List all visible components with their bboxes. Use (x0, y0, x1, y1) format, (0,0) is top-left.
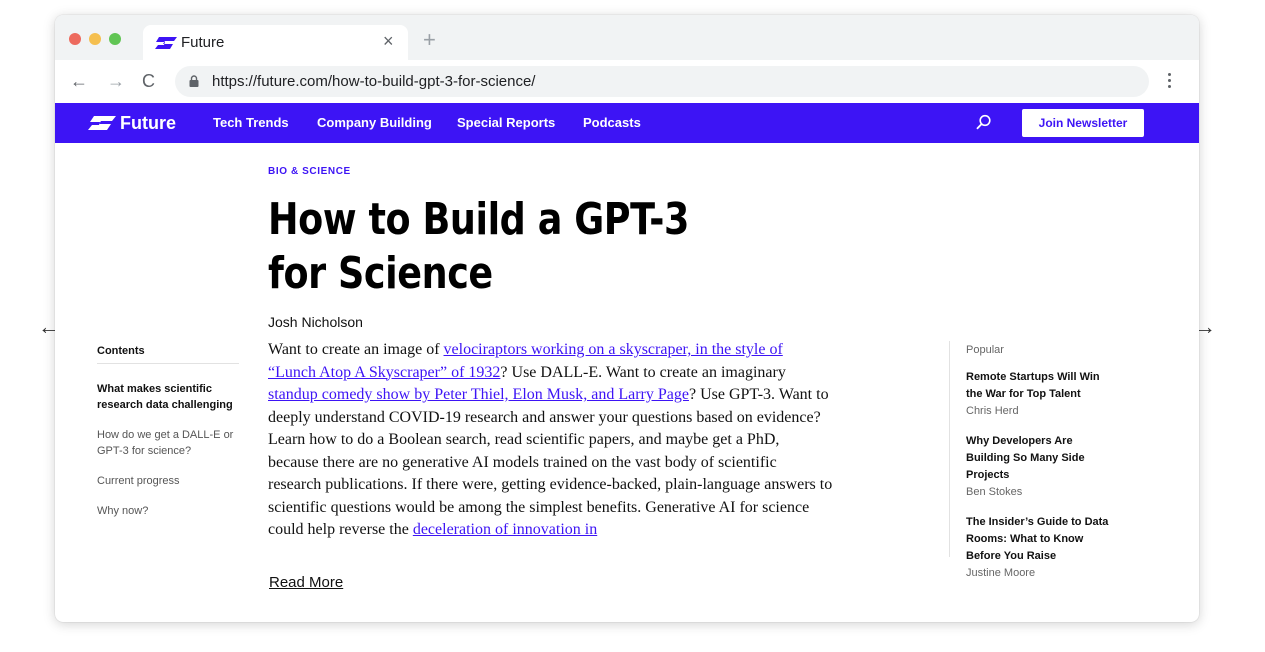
close-window-button[interactable] (69, 33, 81, 45)
reload-icon[interactable]: C (142, 72, 155, 90)
popular-item-author: Chris Herd (966, 405, 1019, 417)
minimize-window-button[interactable] (89, 33, 101, 45)
popular-sidebar: Popular Remote Startups Will Win the War… (949, 341, 1119, 579)
article-title: How to Build a GPT-3 for Science (268, 194, 690, 299)
tab-close-icon[interactable]: × (383, 32, 394, 50)
body-link-standup-comedy[interactable]: standup comedy show by Peter Thiel, Elon… (268, 386, 689, 403)
read-more-link[interactable]: Read More (269, 574, 343, 591)
toc-item[interactable]: How do we get a DALL-E or GPT-3 for scie… (97, 427, 239, 459)
article-author[interactable]: Josh Nicholson (268, 314, 363, 330)
search-icon[interactable] (976, 114, 992, 130)
popular-item[interactable]: Remote Startups Will Win the War for Top… (966, 369, 1119, 420)
tab-title: Future (181, 34, 225, 51)
toc-item[interactable]: What makes scientific research data chal… (97, 381, 239, 413)
future-logo-icon (155, 37, 177, 49)
tab-strip: Future × + (55, 15, 1199, 60)
site-navbar: Future Tech Trends Company Building Spec… (55, 103, 1199, 143)
join-newsletter-button[interactable]: Join Newsletter (1022, 109, 1144, 137)
body-text: ? Use DALL-E. Want to create an imaginar… (500, 363, 786, 381)
popular-item[interactable]: The Insider’s Guide to Data Rooms: What … (966, 514, 1119, 582)
popular-item-title[interactable]: Why Developers Are Building So Many Side… (966, 433, 1116, 484)
browser-window: Future × + ← → C https://future.com/how-… (55, 15, 1199, 622)
site-logo-text: Future (120, 113, 176, 133)
future-logo-icon (88, 116, 116, 130)
browser-toolbar: ← → C https://future.com/how-to-build-gp… (55, 60, 1199, 103)
popular-item-author: Justine Moore (966, 567, 1036, 579)
toc-heading: Contents (97, 345, 239, 364)
popular-item[interactable]: Why Developers Are Building So Many Side… (966, 433, 1119, 501)
popular-heading: Popular (966, 344, 1004, 356)
address-bar[interactable]: https://future.com/how-to-build-gpt-3-fo… (175, 66, 1149, 97)
body-link-deceleration[interactable]: deceleration of innovation in (413, 521, 597, 538)
nav-link-tech-trends[interactable]: Tech Trends (213, 115, 289, 130)
nav-link-podcasts[interactable]: Podcasts (583, 115, 641, 130)
popular-item-title[interactable]: The Insider’s Guide to Data Rooms: What … (966, 514, 1116, 565)
table-of-contents: Contents What makes scientific research … (97, 345, 239, 519)
browser-menu-icon[interactable] (1168, 73, 1172, 91)
body-text: ? Use GPT-3. Want to deeply understand C… (268, 386, 833, 538)
popular-item-title[interactable]: Remote Startups Will Win the War for Top… (966, 369, 1116, 403)
nav-link-company-building[interactable]: Company Building (317, 115, 432, 130)
toc-item[interactable]: Current progress (97, 473, 239, 489)
popular-item-author: Ben Stokes (966, 486, 1023, 498)
browser-tab[interactable]: Future × (143, 25, 408, 60)
article-category[interactable]: BIO & SCIENCE (268, 166, 351, 177)
maximize-window-button[interactable] (109, 33, 121, 45)
url-text[interactable]: https://future.com/how-to-build-gpt-3-fo… (212, 73, 535, 90)
article-body: Want to create an image of velociraptors… (268, 339, 833, 542)
toc-item[interactable]: Why now? (97, 503, 239, 519)
nav-link-special-reports[interactable]: Special Reports (457, 115, 555, 130)
body-text: Want to create an image of (268, 341, 444, 358)
lock-icon (189, 75, 199, 87)
back-arrow-icon[interactable]: ← (70, 72, 88, 90)
forward-arrow-icon[interactable]: → (107, 72, 125, 90)
new-tab-plus-icon[interactable]: + (423, 29, 436, 51)
